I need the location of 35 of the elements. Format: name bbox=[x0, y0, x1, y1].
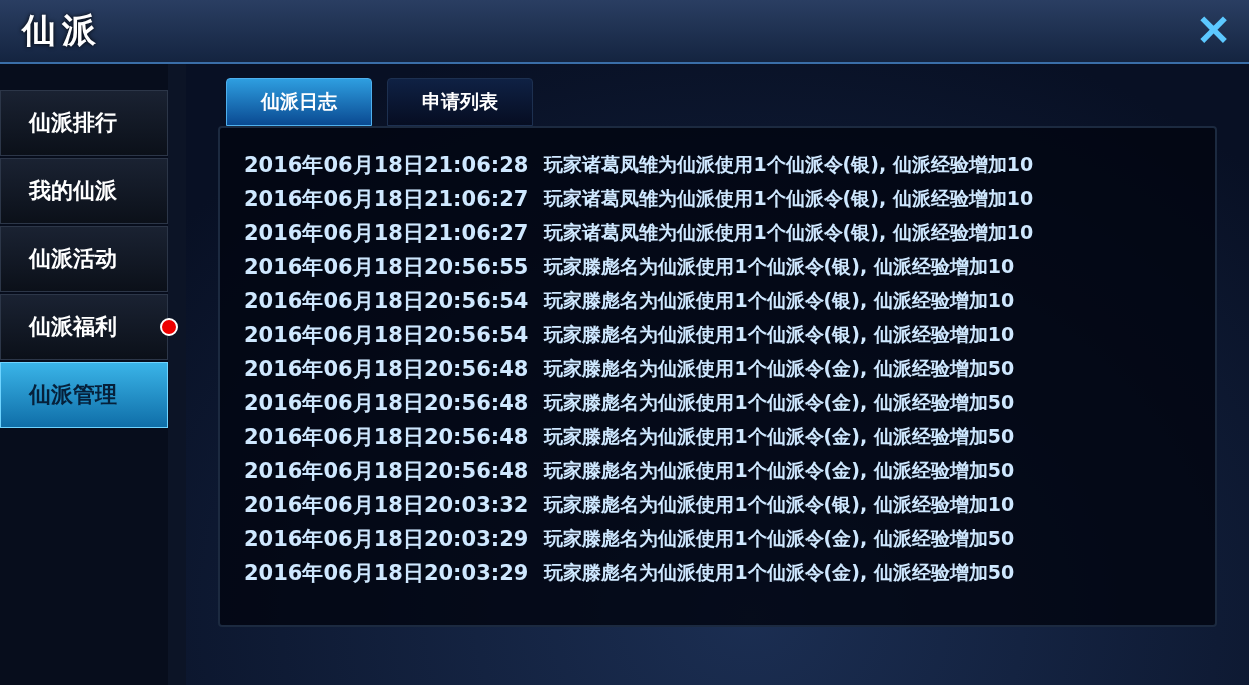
log-message: 玩家滕彪名为仙派使用1个仙派令(银), 仙派经验增加10 bbox=[544, 492, 1015, 517]
log-message: 玩家滕彪名为仙派使用1个仙派令(金), 仙派经验增加50 bbox=[544, 356, 1015, 381]
log-message: 玩家滕彪名为仙派使用1个仙派令(银), 仙派经验增加10 bbox=[544, 288, 1015, 313]
sidebar-item[interactable]: 仙派福利 bbox=[0, 294, 168, 360]
log-time: 2016年06月18日20:56:55 bbox=[244, 254, 529, 281]
tab[interactable]: 仙派日志 bbox=[226, 78, 372, 126]
log-message: 玩家滕彪名为仙派使用1个仙派令(金), 仙派经验增加50 bbox=[544, 526, 1015, 551]
close-button[interactable]: ✕ bbox=[1196, 10, 1231, 52]
log-message: 玩家滕彪名为仙派使用1个仙派令(金), 仙派经验增加50 bbox=[544, 560, 1015, 585]
log-message: 玩家诸葛凤雏为仙派使用1个仙派令(银), 仙派经验增加10 bbox=[544, 152, 1034, 177]
log-message: 玩家滕彪名为仙派使用1个仙派令(金), 仙派经验增加50 bbox=[544, 458, 1015, 483]
log-time: 2016年06月18日20:56:48 bbox=[244, 458, 529, 485]
tab[interactable]: 申请列表 bbox=[387, 78, 533, 126]
log-time: 2016年06月18日21:06:27 bbox=[244, 186, 529, 213]
log-time: 2016年06月18日20:56:48 bbox=[244, 356, 529, 383]
log-time: 2016年06月18日20:03:29 bbox=[244, 526, 529, 553]
log-message: 玩家诸葛凤雏为仙派使用1个仙派令(银), 仙派经验增加10 bbox=[544, 186, 1034, 211]
log-time: 2016年06月18日20:56:48 bbox=[244, 424, 529, 451]
log-time: 2016年06月18日20:56:54 bbox=[244, 322, 529, 349]
sidebar-item[interactable]: 我的仙派 bbox=[0, 158, 168, 224]
log-message: 玩家滕彪名为仙派使用1个仙派令(银), 仙派经验增加10 bbox=[544, 254, 1015, 279]
log-message: 玩家滕彪名为仙派使用1个仙派令(金), 仙派经验增加50 bbox=[544, 424, 1015, 449]
log-time: 2016年06月18日20:56:54 bbox=[244, 288, 529, 315]
log-message: 玩家诸葛凤雏为仙派使用1个仙派令(银), 仙派经验增加10 bbox=[544, 220, 1034, 245]
log-time: 2016年06月18日20:03:29 bbox=[244, 560, 529, 587]
log-message: 玩家滕彪名为仙派使用1个仙派令(银), 仙派经验增加10 bbox=[544, 322, 1015, 347]
log-time: 2016年06月18日21:06:28 bbox=[244, 152, 529, 179]
sidebar-item[interactable]: 仙派排行 bbox=[0, 90, 168, 156]
log-time: 2016年06月18日20:56:48 bbox=[244, 390, 529, 417]
sidebar-item[interactable]: 仙派管理 bbox=[0, 362, 168, 428]
window-title: 仙派 bbox=[22, 9, 102, 52]
log-time: 2016年06月18日20:03:32 bbox=[244, 492, 529, 519]
log-message: 玩家滕彪名为仙派使用1个仙派令(金), 仙派经验增加50 bbox=[544, 390, 1015, 415]
sidebar-item[interactable]: 仙派活动 bbox=[0, 226, 168, 292]
log-time: 2016年06月18日21:06:27 bbox=[244, 220, 529, 247]
